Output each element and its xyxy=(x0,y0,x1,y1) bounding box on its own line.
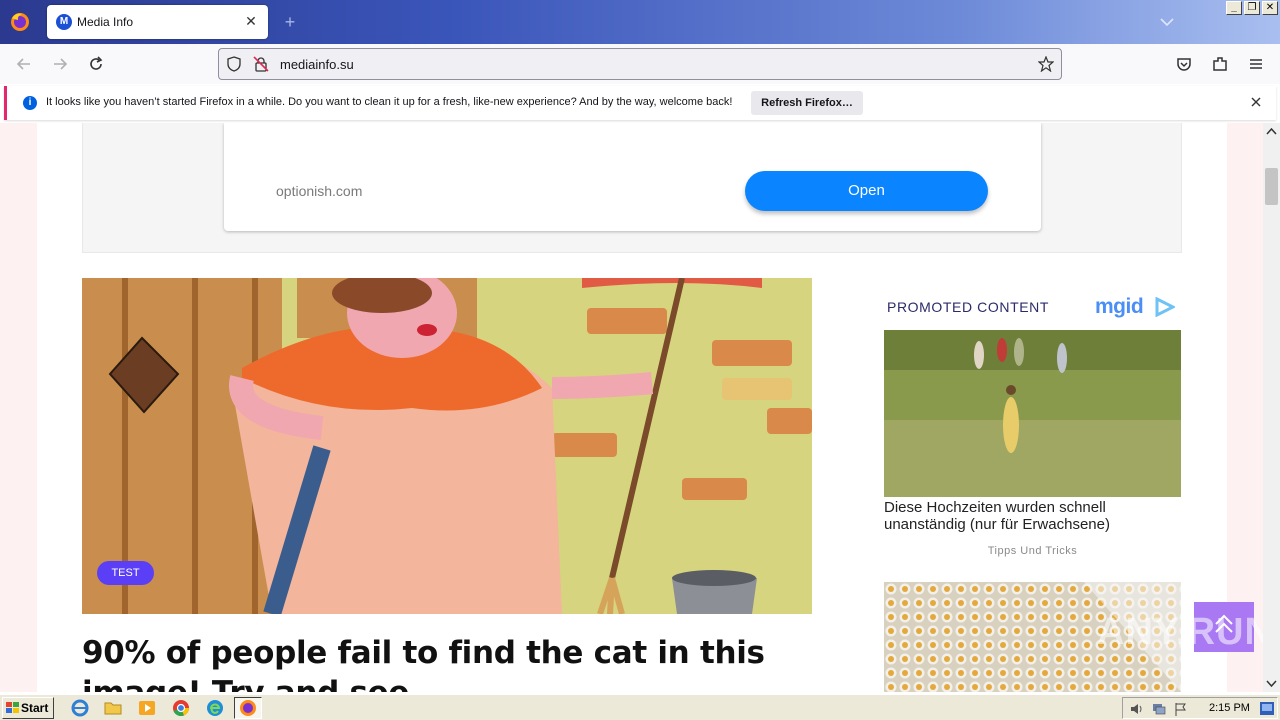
chrome-icon[interactable] xyxy=(172,699,190,717)
shield-icon[interactable] xyxy=(226,56,242,72)
page-viewport: optionish.com Open TEST 90% of people fa… xyxy=(0,123,1280,692)
site-favicon-icon: M xyxy=(56,14,72,30)
ad-open-button[interactable]: Open xyxy=(745,171,988,211)
promoted-content-title: PROMOTED CONTENT xyxy=(887,299,1050,315)
bookmark-star-icon[interactable] xyxy=(1038,56,1054,72)
tab-title: Media Info xyxy=(77,15,134,29)
ad-card[interactable]: optionish.com Open xyxy=(224,123,1041,231)
windows-logo-icon xyxy=(6,702,19,713)
clock[interactable]: 2:15 PM xyxy=(1209,702,1250,714)
tab-strip: M Media Info ✕ + _ ❐ ✕ xyxy=(0,0,1280,44)
start-label: Start xyxy=(21,701,49,715)
watermark-text: ANY.RUN xyxy=(1097,611,1273,653)
ad-banner: optionish.com Open xyxy=(82,123,1182,253)
page-content: optionish.com Open TEST 90% of people fa… xyxy=(37,123,1272,692)
tab-media-info[interactable]: M Media Info ✕ xyxy=(47,5,268,39)
minimize-icon[interactable]: _ xyxy=(1226,1,1242,15)
start-button[interactable]: Start xyxy=(2,697,54,719)
mgid-logo[interactable]: mgid xyxy=(1095,295,1144,319)
promo-source[interactable]: Tipps Und Tricks xyxy=(884,545,1181,557)
back-arrow-icon[interactable] xyxy=(14,54,34,74)
pocket-icon[interactable] xyxy=(1174,54,1194,74)
promo-caption[interactable]: Diese Hochzeiten wurden schnell unanstän… xyxy=(884,499,1181,533)
url-bar[interactable]: mediainfo.su xyxy=(218,48,1062,80)
scrollbar-thumb[interactable] xyxy=(1265,168,1278,205)
file-explorer-icon[interactable] xyxy=(104,699,122,717)
show-desktop-icon[interactable] xyxy=(1260,702,1274,715)
insecure-lock-icon[interactable] xyxy=(253,56,269,72)
new-tab-icon[interactable]: + xyxy=(280,12,300,32)
volume-icon[interactable] xyxy=(1129,701,1145,717)
promo-image[interactable] xyxy=(884,330,1181,497)
media-player-icon[interactable] xyxy=(138,699,156,717)
close-window-icon[interactable]: ✕ xyxy=(1262,1,1278,15)
info-icon: i xyxy=(23,96,37,110)
refresh-firefox-button[interactable]: Refresh Firefox… xyxy=(751,91,863,115)
promo-photo-field xyxy=(884,330,1181,497)
url-text[interactable]: mediainfo.su xyxy=(280,57,354,72)
network-icon[interactable] xyxy=(1151,701,1167,717)
article-image[interactable]: TEST xyxy=(82,278,812,614)
firefox-menu-icon[interactable] xyxy=(8,10,32,34)
reload-icon[interactable] xyxy=(86,54,106,74)
category-badge[interactable]: TEST xyxy=(97,561,154,585)
forward-arrow-icon[interactable] xyxy=(50,54,70,74)
taskbar-firefox-button[interactable] xyxy=(234,697,262,719)
hamburger-menu-icon[interactable] xyxy=(1246,54,1266,74)
ad-choices-icon[interactable] xyxy=(1153,297,1175,317)
edge-icon[interactable] xyxy=(206,699,224,717)
scroll-down-arrow-icon[interactable] xyxy=(1266,679,1277,689)
internet-explorer-icon[interactable] xyxy=(71,699,89,717)
firefox-icon xyxy=(240,700,256,716)
restore-icon[interactable]: ❐ xyxy=(1244,1,1260,15)
ad-domain: optionish.com xyxy=(276,183,363,199)
vertical-scrollbar[interactable] xyxy=(1263,123,1280,692)
flag-icon[interactable] xyxy=(1173,701,1189,717)
extensions-icon[interactable] xyxy=(1210,54,1230,74)
scroll-up-arrow-icon[interactable] xyxy=(1266,126,1277,136)
system-tray: 2:15 PM xyxy=(1122,697,1278,719)
navigation-bar: mediainfo.su xyxy=(0,44,1280,84)
chevron-down-icon[interactable] xyxy=(1158,14,1176,30)
notification-text: It looks like you haven’t started Firefo… xyxy=(46,96,733,108)
article-headline[interactable]: 90% of people fail to find the cat in th… xyxy=(82,633,812,692)
article-illustration xyxy=(82,278,812,614)
notification-bar: i It looks like you haven’t started Fire… xyxy=(4,86,1276,120)
taskbar: Start 2:15 PM xyxy=(0,694,1280,720)
close-icon[interactable] xyxy=(1248,94,1264,110)
window-controls: _ ❐ ✕ xyxy=(1226,1,1278,15)
close-tab-icon[interactable]: ✕ xyxy=(242,12,260,30)
